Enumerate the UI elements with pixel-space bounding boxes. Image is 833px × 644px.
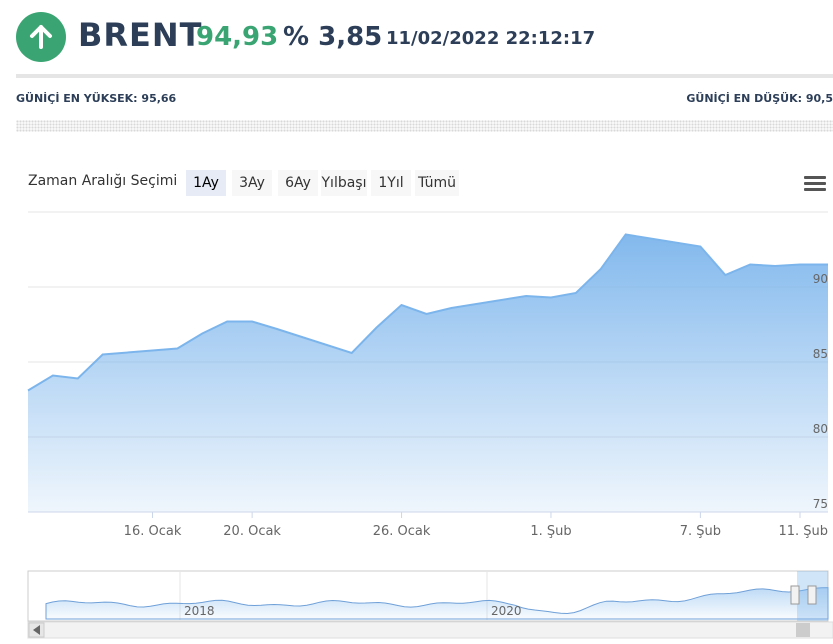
x-tick-label: 7. Şub [680,524,721,539]
y-tick-label: 75 [813,497,828,511]
x-tick-label: 26. Ocak [373,524,431,539]
navigator-label-2018: 2018 [184,604,215,618]
scrollbar-thumb[interactable] [796,623,810,637]
horizontal-scrollbar [27,621,833,639]
x-tick-label: 11. Şub [778,524,828,539]
x-tick-label: 20. Ocak [223,524,281,539]
x-tick-label: 16. Ocak [124,524,182,539]
price-chart: 75 80 85 90 16. Ocak 20. Ocak 26. Ocak 1. Şub 7… [27,211,833,639]
navigator: 2018 2020 [27,570,829,622]
navigator-left-handle[interactable] [790,585,800,605]
y-tick-label: 80 [813,422,828,436]
navigator-right-handle[interactable] [807,585,817,605]
scrollbar-track[interactable] [27,621,833,639]
navigator-label-2020: 2020 [491,604,522,618]
y-tick-label: 90 [813,272,828,286]
x-tick-label: 1. Şub [530,524,571,539]
y-tick-label: 85 [813,347,828,361]
price-area [28,234,828,512]
